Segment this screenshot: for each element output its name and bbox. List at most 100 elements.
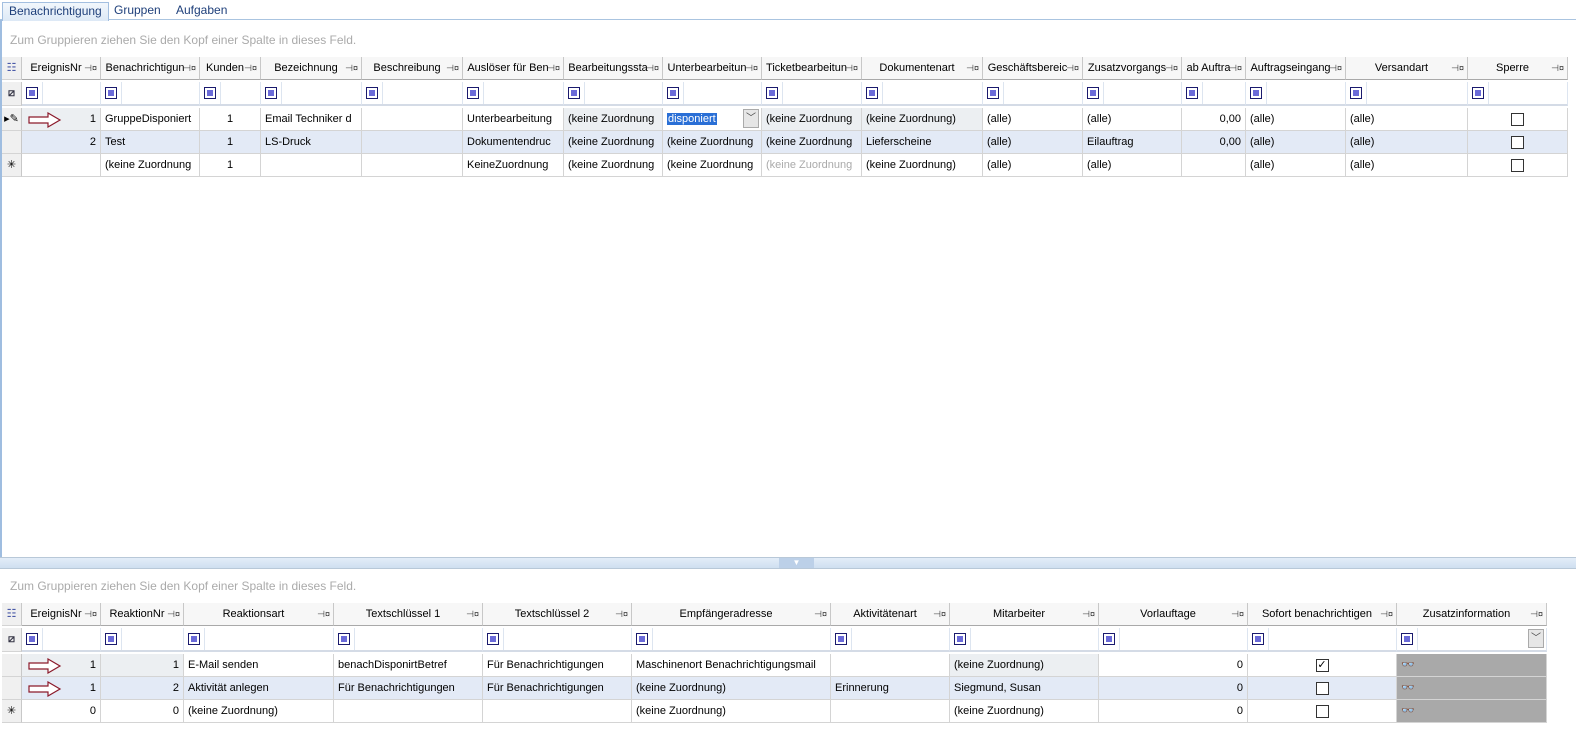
grid-cell[interactable]: (keine Zuordnung xyxy=(101,154,200,177)
filter-operator-icon[interactable] xyxy=(188,633,200,645)
filter-cell[interactable] xyxy=(22,82,101,106)
column-header[interactable]: Auftragseingang ⊣¤ xyxy=(1246,57,1346,80)
column-header[interactable]: Ticketbearbeitun ⊣¤ xyxy=(762,57,862,80)
grid-cell[interactable]: (keine Zuordnung xyxy=(762,154,862,177)
grid-cell[interactable]: 1 xyxy=(22,108,101,131)
grid-cell[interactable]: 0 xyxy=(1099,677,1248,700)
tab-benachrichtigung[interactable]: Benachrichtigung xyxy=(2,2,109,21)
column-chooser-button[interactable]: ☷ xyxy=(2,603,22,626)
filter-operator-icon[interactable] xyxy=(26,633,38,645)
grid-cell[interactable]: (keine Zuordnung xyxy=(564,131,663,154)
column-header[interactable]: Empfängeradresse ⊣¤ xyxy=(632,603,831,626)
row-indicator[interactable]: ✳ xyxy=(2,700,22,723)
pin-icon[interactable]: ⊣¤ xyxy=(1165,57,1178,79)
grid-cell[interactable]: Für Benachrichtigungen xyxy=(483,677,632,700)
row-indicator[interactable] xyxy=(2,654,22,677)
pin-icon[interactable]: ⊣¤ xyxy=(1066,57,1079,79)
grid-cell[interactable]: (alle) xyxy=(1246,154,1346,177)
column-chooser-button[interactable]: ☷ xyxy=(2,57,22,80)
grid-cell[interactable]: Eilauftrag xyxy=(1083,131,1182,154)
grid-cell[interactable]: (alle) xyxy=(1083,154,1182,177)
grid-cell[interactable] xyxy=(831,700,950,723)
grid-cell[interactable]: (alle) xyxy=(983,131,1083,154)
grid-cell[interactable] xyxy=(1182,154,1246,177)
grid-cell[interactable]: (alle) xyxy=(983,154,1083,177)
checkbox[interactable] xyxy=(1511,135,1524,149)
filter-operator-icon[interactable] xyxy=(987,87,999,99)
grid-cell[interactable]: (alle) xyxy=(1346,154,1468,177)
row-indicator[interactable]: ▸✎ xyxy=(2,108,22,131)
filter-operator-icon[interactable] xyxy=(636,633,648,645)
column-header[interactable]: Unterbearbeitun ⊣¤ xyxy=(663,57,762,80)
grid-cell[interactable]: (keine Zuordnung) xyxy=(862,108,983,131)
filter-clear-icon[interactable]: ⧄ xyxy=(8,87,15,99)
grid-cell[interactable]: (keine Zuordnung xyxy=(564,108,663,131)
filter-cell[interactable] xyxy=(983,82,1083,106)
column-header[interactable]: Reaktionsart ⊣¤ xyxy=(184,603,334,626)
grid-cell[interactable] xyxy=(22,154,101,177)
tab-aufgaben[interactable]: Aufgaben xyxy=(170,2,233,21)
filter-cell[interactable]: ﹀ xyxy=(1397,628,1547,652)
grid-cell[interactable] xyxy=(1248,677,1397,700)
group-by-area-top[interactable]: Zum Gruppieren ziehen Sie den Kopf einer… xyxy=(10,33,356,47)
grid-cell[interactable]: (keine Zuordnung xyxy=(663,154,762,177)
filter-cell[interactable] xyxy=(632,628,831,652)
pin-icon[interactable]: ⊣¤ xyxy=(547,57,560,79)
grid-cell[interactable]: Email Techniker d xyxy=(261,108,362,131)
filter-operator-icon[interactable] xyxy=(1186,87,1198,99)
grid-cell[interactable]: (keine Zuordnung) xyxy=(632,677,831,700)
grid-cell[interactable]: 2 xyxy=(22,131,101,154)
grid-cell[interactable]: 👓 xyxy=(1397,700,1547,723)
column-header[interactable]: Textschlüssel 1 ⊣¤ xyxy=(334,603,483,626)
grid-cell[interactable] xyxy=(362,154,463,177)
column-header[interactable]: ReaktionNr ⊣¤ xyxy=(101,603,184,626)
filter-operator-icon[interactable] xyxy=(338,633,350,645)
grid-cell[interactable] xyxy=(261,154,362,177)
pin-icon[interactable]: ⊣¤ xyxy=(183,57,196,79)
grid-cell[interactable]: 1 xyxy=(200,108,261,131)
pin-icon[interactable]: ⊣¤ xyxy=(1229,57,1242,79)
filter-cell[interactable] xyxy=(663,82,762,106)
grid-cell[interactable]: 0,00 xyxy=(1182,108,1246,131)
grid-cell[interactable]: Maschinenort Benachrichtigungsmail xyxy=(632,654,831,677)
filter-cell[interactable] xyxy=(950,628,1099,652)
grid-cell[interactable] xyxy=(1468,154,1568,177)
grid-cell[interactable]: 0 xyxy=(1099,700,1248,723)
grid-cell[interactable]: Unterbearbeitung xyxy=(463,108,564,131)
grid-cell[interactable]: 👓 xyxy=(1397,654,1547,677)
filter-cell[interactable] xyxy=(1468,82,1568,106)
filter-operator-icon[interactable] xyxy=(568,87,580,99)
collapse-arrow-icon[interactable]: ▼ xyxy=(779,558,814,568)
grid-cell[interactable]: 1 xyxy=(22,654,101,677)
filter-clear-icon[interactable]: ⧄ xyxy=(8,633,15,645)
column-header[interactable]: Beschreibung ⊣¤ xyxy=(362,57,463,80)
pin-icon[interactable]: ⊣¤ xyxy=(1451,57,1464,79)
filter-cell[interactable] xyxy=(1182,82,1246,106)
grid-cell[interactable]: (alle) xyxy=(983,108,1083,131)
filter-cell[interactable] xyxy=(762,82,862,106)
pin-icon[interactable]: ⊣¤ xyxy=(1530,603,1543,625)
filter-cell[interactable] xyxy=(1099,628,1248,652)
grid-cell[interactable] xyxy=(334,700,483,723)
filter-cell[interactable] xyxy=(261,82,362,106)
filter-cell[interactable] xyxy=(1083,82,1182,106)
column-header[interactable]: Zusatzinformation ⊣¤ xyxy=(1397,603,1547,626)
filter-operator-icon[interactable] xyxy=(866,87,878,99)
filter-cell[interactable] xyxy=(184,628,334,652)
grid-cell[interactable] xyxy=(483,700,632,723)
row-indicator[interactable] xyxy=(2,677,22,700)
column-header[interactable]: Benachrichtigun ⊣¤ xyxy=(101,57,200,80)
grid-cell[interactable]: Erinnerung xyxy=(831,677,950,700)
filter-cell[interactable] xyxy=(483,628,632,652)
grid-cell[interactable]: (keine Zuordnung xyxy=(663,131,762,154)
checkbox[interactable]: ✓ xyxy=(1315,658,1329,672)
filter-cell[interactable] xyxy=(101,82,200,106)
pin-icon[interactable]: ⊣¤ xyxy=(966,57,979,79)
grid-cell[interactable] xyxy=(1248,700,1397,723)
filter-operator-icon[interactable] xyxy=(1401,633,1413,645)
grid-cell[interactable] xyxy=(1468,108,1568,131)
grid-cell[interactable]: (keine Zuordnung) xyxy=(632,700,831,723)
grid-cell[interactable]: Lieferscheine xyxy=(862,131,983,154)
binoculars-icon[interactable]: 👓 xyxy=(1401,705,1415,717)
splitter[interactable]: ▼ xyxy=(0,557,1576,569)
